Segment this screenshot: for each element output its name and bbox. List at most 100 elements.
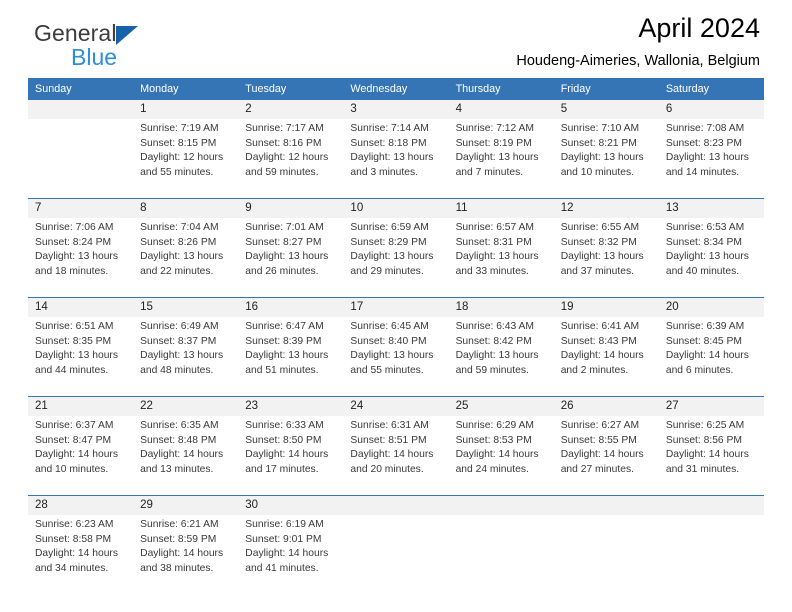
day-detail-line: Sunrise: 6:29 AM (455, 420, 534, 431)
day-detail-line: Sunset: 8:31 PM (455, 236, 532, 248)
logo-text-blue: Blue (71, 44, 118, 70)
day-details-3: Sunrise: 7:14 AM Sunset: 8:18 PM Daylight:… (343, 119, 449, 198)
day-number-6[interactable]: 6 (658, 100, 764, 119)
day-detail-line: and 55 minutes. (350, 364, 424, 376)
day-detail-line: Sunset: 8:50 PM (245, 434, 322, 446)
day-detail-line: Daylight: 13 hours (245, 350, 329, 362)
day-detail-line: Daylight: 13 hours (665, 251, 749, 263)
day-detail-line: Sunrise: 6:25 AM (665, 420, 745, 431)
day-detail-line: Sunrise: 6:55 AM (560, 222, 640, 233)
day-detail-line: and 59 minutes. (455, 364, 529, 376)
day-detail-line: Daylight: 13 hours (350, 152, 434, 164)
day-number-1[interactable]: 1 (133, 100, 239, 119)
day-detail-line: Sunrise: 6:43 AM (455, 321, 534, 332)
day-number-20[interactable]: 20 (658, 298, 764, 317)
day-detail-line: Sunset: 8:40 PM (350, 335, 427, 347)
day-details-14: Sunrise: 6:51 AM Sunset: 8:35 PM Daylight:… (28, 317, 134, 396)
day-number-21[interactable]: 21 (28, 397, 134, 416)
day-number-2[interactable]: 2 (238, 100, 344, 119)
day-detail-line: Daylight: 14 hours (665, 350, 749, 362)
page-header: General Blue April 2024 Houdeng-Aimeries… (28, 0, 764, 78)
day-detail-line: Sunset: 8:24 PM (35, 236, 112, 248)
day-number-17[interactable]: 17 (343, 298, 449, 317)
week-daynumber-row: 7 8 9 10 11 12 13 (28, 199, 764, 218)
day-details-13: Sunrise: 6:53 AM Sunset: 8:34 PM Daylight:… (658, 218, 764, 297)
day-detail-line: Sunrise: 7:08 AM (665, 123, 745, 134)
weekday-header-saturday: Saturday (658, 78, 764, 100)
day-detail-line: Sunrise: 7:17 AM (245, 123, 324, 134)
day-detail-line: and 38 minutes. (140, 562, 214, 574)
day-details-10: Sunrise: 6:59 AM Sunset: 8:29 PM Daylight:… (343, 218, 449, 297)
day-detail-line: and 40 minutes. (665, 265, 740, 277)
day-number-30[interactable]: 30 (238, 496, 344, 515)
day-number-15[interactable]: 15 (133, 298, 239, 317)
day-detail-line: and 3 minutes. (350, 166, 418, 178)
day-number-18[interactable]: 18 (448, 298, 554, 317)
day-detail-line: Sunset: 8:45 PM (665, 335, 742, 347)
day-number-8[interactable]: 8 (133, 199, 239, 218)
day-detail-line: Daylight: 14 hours (455, 449, 539, 461)
day-details-27: Sunrise: 6:25 AM Sunset: 8:56 PM Daylight:… (658, 416, 764, 495)
day-details-empty (553, 515, 659, 594)
day-detail-line: and 13 minutes. (140, 463, 214, 475)
day-number-28[interactable]: 28 (28, 496, 134, 515)
day-detail-line: Daylight: 13 hours (455, 251, 539, 263)
day-number-27[interactable]: 27 (658, 397, 764, 416)
day-detail-line: and 14 minutes. (665, 166, 740, 178)
day-detail-line: Sunset: 8:37 PM (140, 335, 217, 347)
day-detail-line: Sunset: 8:21 PM (560, 137, 637, 149)
day-number-12[interactable]: 12 (553, 199, 659, 218)
day-detail-line: Daylight: 12 hours (140, 152, 224, 164)
day-detail-line: Sunrise: 6:31 AM (350, 420, 429, 431)
day-number-4[interactable]: 4 (448, 100, 554, 119)
day-number-10[interactable]: 10 (343, 199, 449, 218)
day-detail-line: Daylight: 13 hours (140, 251, 224, 263)
day-detail-line: Daylight: 13 hours (35, 350, 118, 362)
day-detail-line: Sunrise: 6:21 AM (140, 519, 219, 530)
day-detail-line: Sunset: 8:27 PM (245, 236, 322, 248)
day-number-14[interactable]: 14 (28, 298, 134, 317)
day-number-22[interactable]: 22 (133, 397, 239, 416)
day-detail-line: Daylight: 14 hours (665, 449, 749, 461)
weekday-header-sunday: Sunday (28, 78, 134, 100)
weekday-header-thursday: Thursday (448, 78, 554, 100)
day-detail-line: Daylight: 14 hours (140, 548, 224, 560)
day-detail-line: Sunset: 8:58 PM (35, 533, 112, 545)
day-number-11[interactable]: 11 (448, 199, 554, 218)
calendar-header-row: Sunday Monday Tuesday Wednesday Thursday Frid… (28, 78, 764, 100)
day-detail-line: and 37 minutes. (560, 265, 634, 277)
day-number-empty (658, 496, 764, 515)
day-detail-line: Sunset: 8:26 PM (140, 236, 217, 248)
day-details-29: Sunrise: 6:21 AM Sunset: 8:59 PM Daylight:… (133, 515, 239, 594)
day-detail-line: and 24 minutes. (455, 463, 529, 475)
day-detail-line: Sunrise: 6:37 AM (35, 420, 114, 431)
day-details-empty (28, 119, 134, 198)
day-detail-line: Sunrise: 7:10 AM (560, 123, 640, 134)
day-details-empty (448, 515, 554, 594)
day-number-23[interactable]: 23 (238, 397, 344, 416)
day-number-3[interactable]: 3 (343, 100, 449, 119)
day-detail-line: Sunset: 8:39 PM (245, 335, 322, 347)
day-number-9[interactable]: 9 (238, 199, 344, 218)
day-details-4: Sunrise: 7:12 AM Sunset: 8:19 PM Daylight:… (448, 119, 554, 198)
calendar-body: 123456 Sunrise: 7:19 AM Sunset: 8:15 PM Da… (28, 100, 764, 594)
day-detail-line: Sunset: 8:15 PM (140, 137, 217, 149)
weekday-header-monday: Monday (133, 78, 239, 100)
day-number-24[interactable]: 24 (343, 397, 449, 416)
day-detail-line: Daylight: 14 hours (245, 449, 329, 461)
day-number-5[interactable]: 5 (553, 100, 659, 119)
day-detail-line: Sunrise: 6:19 AM (245, 519, 324, 530)
day-number-16[interactable]: 16 (238, 298, 344, 317)
day-details-17: Sunrise: 6:45 AM Sunset: 8:40 PM Daylight:… (343, 317, 449, 396)
day-number-29[interactable]: 29 (133, 496, 239, 515)
day-number-7[interactable]: 7 (28, 199, 134, 218)
day-detail-line: Sunrise: 6:51 AM (35, 321, 114, 332)
day-number-13[interactable]: 13 (658, 199, 764, 218)
day-detail-line: Daylight: 14 hours (560, 350, 644, 362)
day-number-25[interactable]: 25 (448, 397, 554, 416)
day-number-26[interactable]: 26 (553, 397, 659, 416)
day-number-19[interactable]: 19 (553, 298, 659, 317)
week-detail-row: Sunrise: 7:19 AM Sunset: 8:15 PM Daylight:… (28, 119, 764, 198)
day-number-empty (448, 496, 554, 515)
day-detail-line: Daylight: 13 hours (665, 152, 749, 164)
